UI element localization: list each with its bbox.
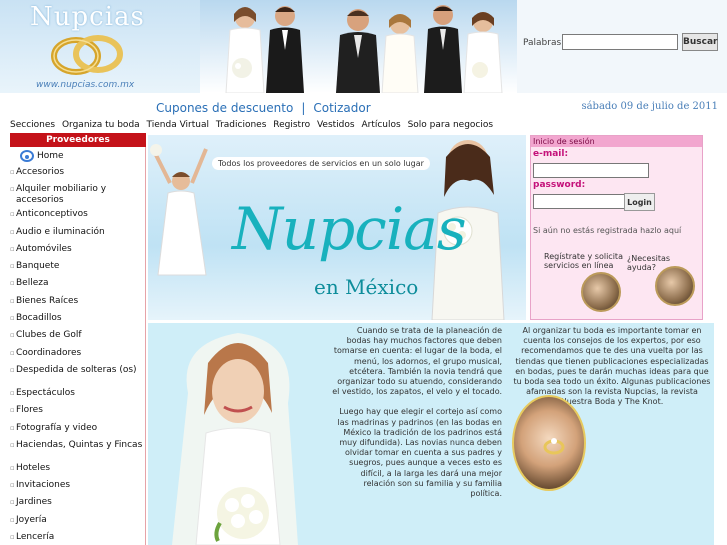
current-date: sábado 09 de julio de 2011 bbox=[581, 101, 718, 112]
sidebar-item[interactable]: ▫ Espectáculos bbox=[10, 385, 145, 402]
sidebar-item-label: Belleza bbox=[16, 278, 49, 289]
sidebar-item-home[interactable]: Home bbox=[10, 147, 145, 164]
search-area: Palabras: Buscar bbox=[517, 0, 727, 93]
couples-illustration bbox=[225, 5, 503, 93]
sidebar-item-label: Joyería bbox=[16, 514, 47, 525]
ring-icon bbox=[543, 438, 565, 455]
sidebar-item[interactable]: ▫ Joyería bbox=[10, 512, 145, 529]
ring-hand-photo bbox=[512, 395, 586, 491]
providers-sidebar: Proveedores Home ▫ Accesorios ▫ Alquiler mo… bbox=[10, 133, 146, 545]
intro-paragraph-1: Cuando se trata de la planeación de boda… bbox=[332, 326, 502, 397]
sidebar-header: Proveedores bbox=[10, 133, 146, 147]
sidebar-item[interactable]: ▫ Lencería bbox=[10, 529, 145, 545]
search-button[interactable]: Buscar bbox=[682, 33, 718, 51]
home-icon bbox=[20, 149, 34, 162]
section-link-organiza[interactable]: Organiza tu boda bbox=[62, 120, 140, 130]
banner-tagline: Todos los proveedores de servicios en un… bbox=[212, 157, 430, 170]
top-links: Cupones de descuento | Cotizador bbox=[156, 101, 371, 115]
sidebar-item-label: Bocadillos bbox=[16, 313, 62, 324]
sidebar-item[interactable]: ▫ Invitaciones bbox=[10, 477, 145, 494]
search-input[interactable] bbox=[562, 34, 678, 50]
sidebar-item-label: Espectáculos bbox=[16, 387, 75, 398]
sidebar-item-label: Despedida de solteras (os) bbox=[16, 364, 137, 375]
banner-subtitle: en México bbox=[314, 275, 419, 299]
sidebar-item-label: Coordinadores bbox=[16, 347, 82, 358]
main-content: Cuando se trata de la planeación de boda… bbox=[148, 323, 714, 545]
sidebar-item[interactable]: ▫ Banquete bbox=[10, 258, 145, 275]
register-avatar[interactable] bbox=[581, 272, 621, 312]
sidebar-item[interactable]: ▫ Haciendas, Quintas y Fincas bbox=[10, 437, 145, 460]
sidebar-item[interactable]: ▫ Fotografía y video bbox=[10, 420, 145, 437]
wedding-rings-icon bbox=[51, 35, 123, 75]
sidebar-item-label: Anticonceptivos bbox=[16, 209, 88, 220]
sidebar-item-label: Alquiler mobiliario y accesorios bbox=[16, 184, 107, 206]
sidebar-item[interactable]: ▫ Anticonceptivos bbox=[10, 206, 145, 223]
sidebar-item[interactable]: ▫ Clubes de Golf bbox=[10, 327, 145, 344]
section-link-vestidos[interactable]: Vestidos bbox=[317, 120, 355, 130]
category-list: ▫ Accesorios ▫ Alquiler mobiliario y acceso… bbox=[10, 164, 145, 545]
section-link-articulos[interactable]: Artículos bbox=[361, 120, 400, 130]
section-link-registro[interactable]: Registro bbox=[273, 120, 310, 130]
site-header: Nupcias www.nupcias.com.mx Palabras: Bus… bbox=[0, 0, 727, 93]
sidebar-item[interactable]: ▫ Belleza bbox=[10, 275, 145, 292]
sidebar-item-label: Bienes Raíces bbox=[16, 295, 79, 306]
register-link[interactable]: Si aún no estás registrada hazlo aquí bbox=[533, 226, 703, 235]
sidebar-item-label: Banquete bbox=[16, 261, 60, 272]
section-link-tienda[interactable]: Tienda Virtual bbox=[147, 120, 209, 130]
email-label: e-mail: bbox=[533, 149, 569, 159]
sidebar-item-label: Lencería bbox=[16, 532, 55, 543]
sidebar-item-label: Audio e iluminación bbox=[16, 226, 105, 237]
sidebar-item[interactable]: ▫ Automóviles bbox=[10, 241, 145, 258]
sidebar-item-label: Automóviles bbox=[16, 243, 72, 254]
sidebar-item-label: Jardines bbox=[16, 497, 52, 508]
sidebar-home-label: Home bbox=[37, 150, 64, 161]
sidebar-item[interactable]: ▫ Coordinadores bbox=[10, 345, 145, 362]
help-avatar[interactable] bbox=[655, 266, 695, 306]
sidebar-item-label: Hoteles bbox=[16, 462, 51, 473]
sidebar-item[interactable]: ▫ Flores bbox=[10, 402, 145, 419]
email-field[interactable] bbox=[533, 163, 649, 178]
sidebar-item-label: Fotografía y video bbox=[16, 422, 98, 433]
login-header: Inicio de sesión bbox=[531, 136, 702, 147]
section-link-tradiciones[interactable]: Tradiciones bbox=[216, 120, 267, 130]
quote-link[interactable]: Cotizador bbox=[313, 101, 370, 115]
sidebar-item-label: Clubes de Golf bbox=[16, 330, 82, 341]
sidebar-item-label: Invitaciones bbox=[16, 480, 71, 491]
sidebar-item[interactable]: ▫ Audio e iluminación bbox=[10, 224, 145, 241]
sidebar-item[interactable]: ▫ Bocadillos bbox=[10, 310, 145, 327]
password-label: password: bbox=[533, 180, 586, 190]
header-couples-photo bbox=[200, 0, 517, 93]
top-links-separator: | bbox=[301, 101, 306, 115]
logo-url: www.nupcias.com.mx bbox=[36, 80, 135, 90]
intro-text-column: Cuando se trata de la planeación de boda… bbox=[332, 326, 502, 499]
login-panel: Inicio de sesión e-mail: password: Login… bbox=[530, 135, 703, 320]
logo[interactable]: Nupcias www.nupcias.com.mx bbox=[0, 0, 200, 93]
sidebar-item-label: Accesorios bbox=[16, 167, 65, 177]
sidebar-item[interactable]: ▫ Accesorios bbox=[10, 164, 145, 181]
sections-nav: Secciones Organiza tu boda Tienda Virtua… bbox=[10, 120, 497, 130]
search-label: Palabras: bbox=[523, 38, 565, 48]
intro-paragraph-2: Luego hay que elegir el cortejo así como… bbox=[337, 407, 502, 499]
login-button[interactable]: Login bbox=[624, 193, 655, 211]
sidebar-item[interactable]: ▫ Hoteles bbox=[10, 460, 145, 477]
logo-text: Nupcias bbox=[30, 2, 145, 32]
section-link-negocios[interactable]: Solo para negocios bbox=[408, 120, 494, 130]
sections-label: Secciones bbox=[10, 120, 56, 130]
sidebar-item-label: Haciendas, Quintas y Fincas bbox=[16, 439, 143, 450]
hero-banner: Todos los proveedores de servicios en un… bbox=[148, 135, 526, 320]
register-services-link[interactable]: Regístrate y solicita servicios en línea bbox=[544, 252, 624, 270]
sidebar-item[interactable]: ▫ Bienes Raíces bbox=[10, 293, 145, 310]
banner-title: Nupcias bbox=[232, 195, 467, 263]
sidebar-item[interactable]: ▫ Jardines bbox=[10, 494, 145, 511]
sidebar-item[interactable]: ▫ Alquiler mobiliario y accesorios bbox=[10, 181, 145, 206]
coupons-link[interactable]: Cupones de descuento bbox=[156, 101, 293, 115]
sidebar-item[interactable]: ▫ Despedida de solteras (os) bbox=[10, 362, 145, 385]
sidebar-item-label: Flores bbox=[16, 405, 43, 416]
bride-portrait bbox=[148, 323, 328, 545]
